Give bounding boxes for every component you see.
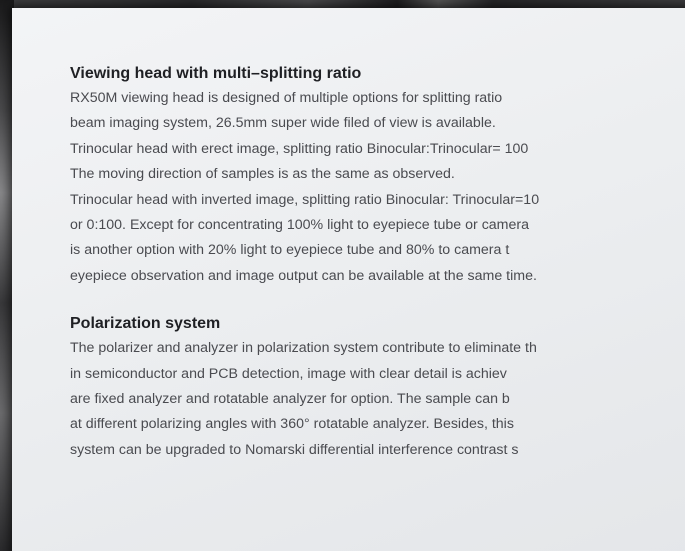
viewing-head-line-5: Trinocular head with inverted image, spl…	[70, 191, 540, 208]
viewing-head-line-1: RX50M viewing head is designed of multip…	[70, 90, 503, 106]
polarization-heading: Polarization system	[70, 315, 221, 333]
polarization-line-5: system can be upgraded to Nomarski diffe…	[70, 441, 519, 458]
panel-content: Viewing head with multi–splitting ratio …	[70, 62, 685, 463]
viewing-head-heading: Viewing head with multi–splitting ratio	[70, 65, 362, 82]
viewing-head-line-2: beam imaging system, 26.5mm super wide f…	[70, 115, 496, 132]
polarization-line-3: are fixed analyzer and rotatable analyze…	[70, 391, 510, 408]
polarization-line-4: at different polarizing angles with 360°…	[70, 416, 514, 433]
viewing-head-line-6: or 0:100. Except for concentrating 100% …	[70, 217, 530, 234]
polarization-line-2: in semiconductor and PCB detection, imag…	[70, 365, 507, 382]
polarization-line-1: The polarizer and analyzer in polarizati…	[70, 340, 537, 357]
text-panel: Viewing head with multi–splitting ratio …	[12, 8, 685, 551]
viewing-head-line-8: eyepiece observation and image output ca…	[70, 267, 537, 284]
viewing-head-line-3: Trinocular head with erect image, splitt…	[70, 140, 529, 157]
viewing-head-line-7: is another option with 20% light to eyep…	[70, 242, 510, 259]
viewing-head-line-4: The moving direction of samples is as th…	[70, 166, 455, 183]
